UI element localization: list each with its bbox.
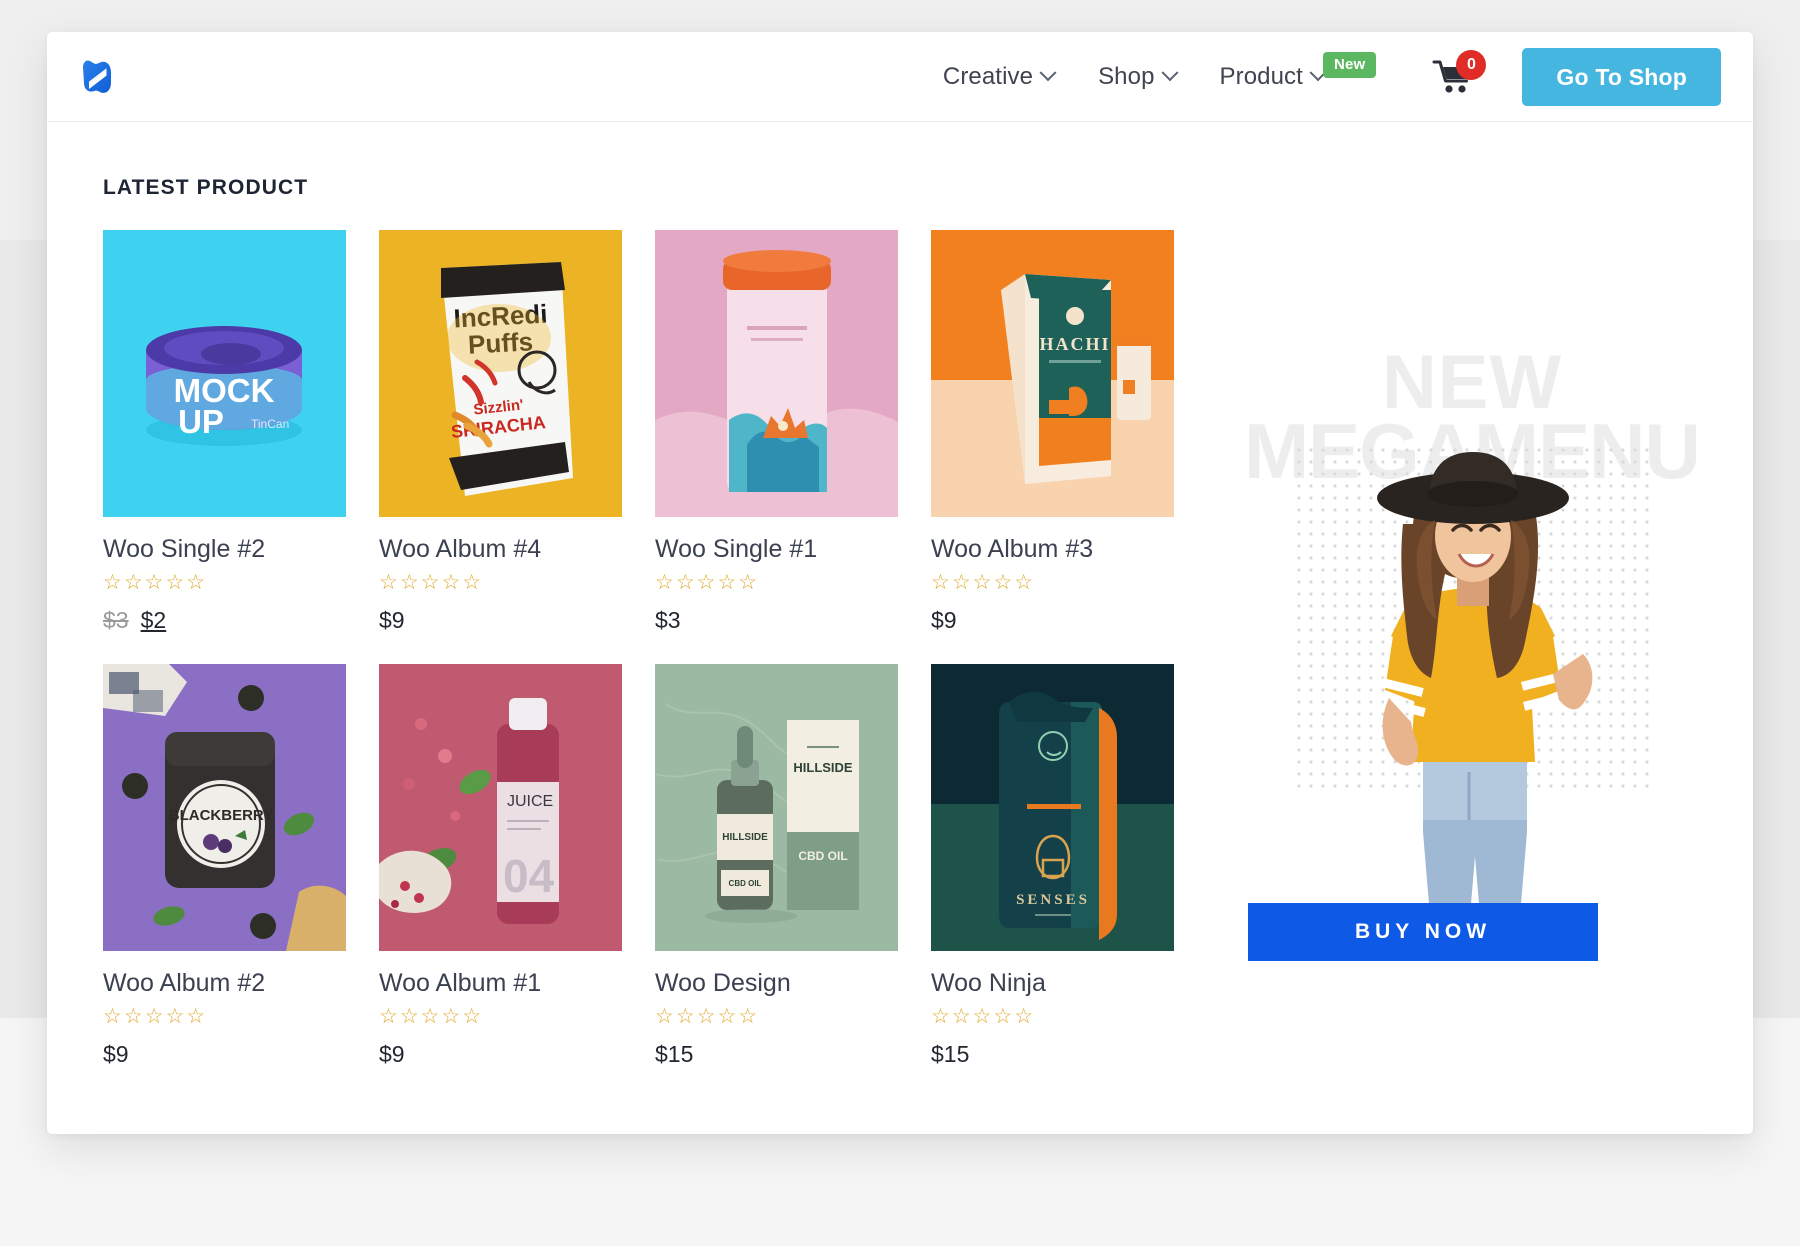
product-name: Woo Ninja: [931, 969, 1174, 998]
product-price-row: $3 $2: [103, 607, 346, 634]
product-rating: ☆☆☆☆☆: [931, 572, 1174, 593]
section-title: LATEST PRODUCT: [103, 176, 1207, 200]
nav-item-product[interactable]: Product New: [1198, 63, 1399, 91]
product-card[interactable]: JUICE 04: [379, 664, 622, 1068]
product-price: $2: [141, 607, 167, 634]
product-price: $15: [931, 1041, 969, 1068]
svg-text:UP: UP: [178, 403, 224, 440]
product-card[interactable]: IncRedi Puffs Sizzlin' SRIRACHA: [379, 230, 622, 634]
product-price-row: $9: [379, 1041, 622, 1068]
panel-body: LATEST PRODUCT MOCK: [47, 122, 1753, 1068]
product-grid: MOCK UP TinCan Woo Single #2 ☆☆☆☆☆ $3 $2: [103, 230, 1207, 1068]
product-rating: ☆☆☆☆☆: [379, 1006, 622, 1027]
promo-model-image: [1273, 432, 1673, 952]
product-price-row: $15: [931, 1041, 1174, 1068]
product-thumbnail[interactable]: [655, 230, 898, 517]
product-price-row: $15: [655, 1041, 898, 1068]
svg-text:CBD OIL: CBD OIL: [798, 849, 847, 863]
product-name: Woo Album #1: [379, 969, 622, 998]
chevron-down-icon: [1161, 64, 1178, 81]
product-price-row: $9: [103, 1041, 346, 1068]
main-navigation: Creative Shop Product New: [921, 32, 1753, 121]
svg-text:CBD OIL: CBD OIL: [729, 879, 762, 888]
svg-text:JUICE: JUICE: [507, 793, 553, 810]
product-rating: ☆☆☆☆☆: [103, 572, 346, 593]
product-price-row: $9: [379, 607, 622, 634]
product-name: Woo Single #2: [103, 535, 346, 564]
svg-text:SENSES: SENSES: [1016, 892, 1090, 908]
buy-now-button[interactable]: BUY NOW: [1248, 903, 1598, 961]
product-rating: ☆☆☆☆☆: [655, 1006, 898, 1027]
go-to-shop-button[interactable]: Go To Shop: [1522, 48, 1721, 106]
product-thumbnail[interactable]: BLACKBERRY: [103, 664, 346, 951]
product-name: Woo Single #1: [655, 535, 898, 564]
product-price: $9: [379, 607, 405, 634]
product-price-row: $3: [655, 607, 898, 634]
product-rating: ☆☆☆☆☆: [931, 1006, 1174, 1027]
svg-text:HACHI: HACHI: [1039, 334, 1110, 354]
svg-text:HILLSIDE: HILLSIDE: [793, 760, 853, 775]
product-name: Woo Album #3: [931, 535, 1174, 564]
product-thumbnail[interactable]: HILLSIDE CBD OIL HILLSIDE CBD OIL: [655, 664, 898, 951]
nav-label-creative: Creative: [943, 63, 1033, 91]
new-badge: New: [1323, 52, 1376, 78]
product-old-price: $3: [103, 607, 129, 634]
products-column: LATEST PRODUCT MOCK: [47, 176, 1207, 1068]
product-card[interactable]: Woo Single #1 ☆☆☆☆☆ $3: [655, 230, 898, 634]
product-card[interactable]: HILLSIDE CBD OIL HILLSIDE CBD OIL: [655, 664, 898, 1068]
product-card[interactable]: SENSES Woo Ninja ☆☆☆☆☆ $15: [931, 664, 1174, 1068]
nav-label-shop: Shop: [1098, 63, 1154, 91]
logo-mark-icon[interactable]: [75, 54, 121, 100]
product-card[interactable]: MOCK UP TinCan Woo Single #2 ☆☆☆☆☆ $3 $2: [103, 230, 346, 634]
product-thumbnail[interactable]: JUICE 04: [379, 664, 622, 951]
product-price: $15: [655, 1041, 693, 1068]
product-price-row: $9: [931, 607, 1174, 634]
promo-banner: NEW MEGAMENU: [1207, 182, 1707, 972]
product-price: $9: [103, 1041, 129, 1068]
promo-column: NEW MEGAMENU: [1207, 176, 1753, 1068]
product-name: Woo Design: [655, 969, 898, 998]
product-price: $9: [931, 607, 957, 634]
svg-text:HILLSIDE: HILLSIDE: [722, 832, 768, 843]
chevron-down-icon: [1040, 64, 1057, 81]
svg-text:TinCan: TinCan: [251, 417, 289, 431]
cart-count-badge: 0: [1456, 50, 1486, 80]
product-thumbnail[interactable]: SENSES: [931, 664, 1174, 951]
product-thumbnail[interactable]: IncRedi Puffs Sizzlin' SRIRACHA: [379, 230, 622, 517]
product-rating: ☆☆☆☆☆: [655, 572, 898, 593]
product-thumbnail[interactable]: HACHI: [931, 230, 1174, 517]
nav-label-product: Product: [1220, 63, 1303, 91]
nav-item-shop[interactable]: Shop: [1076, 63, 1197, 91]
product-price: $9: [379, 1041, 405, 1068]
megamenu-panel: Creative Shop Product New: [47, 32, 1753, 1134]
svg-text:04: 04: [503, 850, 555, 902]
product-name: Woo Album #4: [379, 535, 622, 564]
product-card[interactable]: BLACKBERRY: [103, 664, 346, 1068]
site-header: Creative Shop Product New: [47, 32, 1753, 122]
product-name: Woo Album #2: [103, 969, 346, 998]
shopping-cart-icon[interactable]: 0: [1432, 56, 1478, 98]
page-root: Creative Shop Product New: [0, 0, 1800, 1246]
product-rating: ☆☆☆☆☆: [379, 572, 622, 593]
product-card[interactable]: HACHI Woo Album #3 ☆☆☆☆☆: [931, 230, 1174, 634]
product-rating: ☆☆☆☆☆: [103, 1006, 346, 1027]
svg-text:BLACKBERRY: BLACKBERRY: [169, 807, 273, 824]
nav-item-creative[interactable]: Creative: [921, 63, 1076, 91]
product-price: $3: [655, 607, 681, 634]
product-thumbnail[interactable]: MOCK UP TinCan: [103, 230, 346, 517]
